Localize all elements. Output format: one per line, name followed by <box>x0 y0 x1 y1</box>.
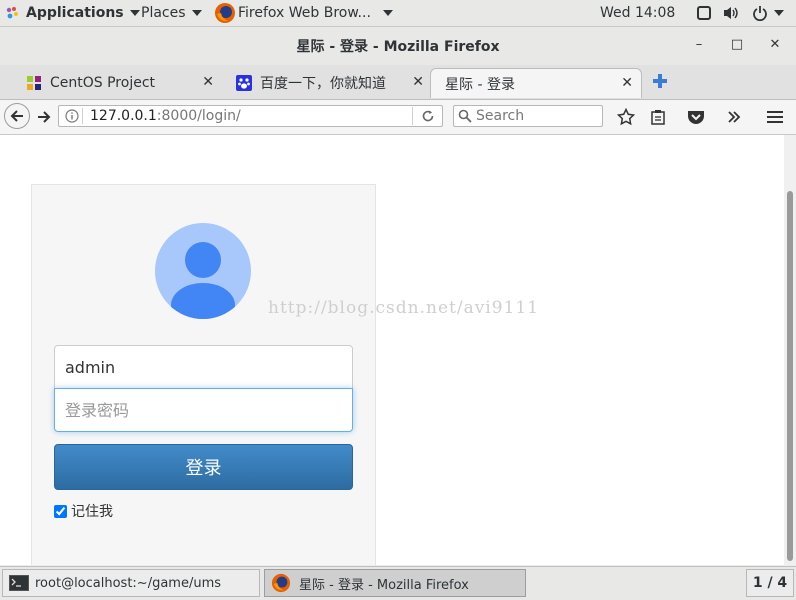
bookmark-button[interactable] <box>614 105 638 129</box>
tab-login[interactable]: 星际 - 登录 ✕ <box>430 68 642 98</box>
tab-strip: CentOS Project ✕ 百度一下，你就知道 ✕ 星际 - 登录 ✕ <box>0 65 796 100</box>
tab-label: 百度一下，你就知道 <box>260 76 386 92</box>
volume-icon[interactable] <box>722 0 740 26</box>
pocket-button[interactable] <box>684 105 708 129</box>
chevron-down-icon <box>382 10 393 16</box>
info-icon[interactable] <box>65 109 79 127</box>
url-host: 127.0.0.1 <box>90 108 157 124</box>
clock-label: Wed 14:08 <box>600 5 676 21</box>
url-path: :8000/login/ <box>156 108 241 124</box>
close-window-button[interactable]: ✕ <box>766 37 784 55</box>
chevron-down-icon <box>129 10 140 16</box>
watermark: http://blog.csdn.net/avi9111 <box>268 298 540 318</box>
baidu-paw-icon <box>236 75 252 91</box>
page-scrollbar[interactable] <box>784 135 796 565</box>
back-arrow-icon <box>10 110 23 122</box>
url-text[interactable]: 127.0.0.1:8000/login/ <box>90 108 241 124</box>
user-avatar-icon <box>155 223 251 319</box>
scrollbar-thumb[interactable] <box>787 191 793 561</box>
clock[interactable]: Wed 14:08 <box>600 0 675 26</box>
star-icon <box>617 108 635 126</box>
maximize-button[interactable]: □ <box>728 37 746 55</box>
pocket-icon <box>688 111 704 124</box>
tab-baidu[interactable]: 百度一下，你就知道 ✕ <box>222 68 432 98</box>
chevron-down-icon <box>774 10 784 16</box>
places-label: Places <box>141 5 186 21</box>
overflow-menu-button[interactable] <box>722 105 746 129</box>
applications-menu[interactable]: Applications <box>4 0 140 26</box>
reload-icon[interactable] <box>421 109 435 127</box>
active-app-label: Firefox Web Brow... <box>238 5 371 21</box>
centos-favicon-icon <box>26 75 42 91</box>
taskbar-terminal-label: root@localhost:~/game/ums <box>35 575 222 591</box>
password-input[interactable] <box>54 388 353 432</box>
search-box[interactable] <box>453 105 603 127</box>
clipboard-icon <box>651 110 665 125</box>
username-input[interactable] <box>54 345 353 389</box>
tab-centos[interactable]: CentOS Project ✕ <box>12 68 222 98</box>
new-tab-button[interactable] <box>652 73 668 93</box>
forward-arrow-icon <box>38 111 51 123</box>
forward-button[interactable] <box>34 105 54 129</box>
remember-me[interactable]: 记住我 <box>54 501 113 521</box>
active-app-menu[interactable]: Firefox Web Brow... <box>214 0 393 26</box>
power-icon <box>753 6 767 21</box>
reading-list-button[interactable] <box>646 105 670 129</box>
gnome-foot-icon <box>4 5 20 21</box>
tab-close-icon[interactable]: ✕ <box>202 74 214 90</box>
search-icon <box>458 109 472 127</box>
window-titlebar[interactable]: 星际 - 登录 - Mozilla Firefox – □ ✕ <box>0 27 796 65</box>
login-card: 登录 记住我 <box>31 184 376 565</box>
hamburger-icon <box>767 111 783 123</box>
power-menu[interactable] <box>752 0 784 26</box>
firefox-icon <box>214 2 236 24</box>
back-button[interactable] <box>4 103 30 129</box>
firefox-icon <box>271 573 291 593</box>
navigation-bar: 127.0.0.1:8000/login/ <box>0 100 796 135</box>
double-chevron-icon <box>728 111 741 123</box>
minimize-button[interactable]: – <box>690 37 708 55</box>
search-input[interactable] <box>476 108 596 124</box>
places-menu[interactable]: Places <box>141 0 202 26</box>
window-title: 星际 - 登录 - Mozilla Firefox <box>296 39 500 55</box>
taskbar-firefox-label: 星际 - 登录 - Mozilla Firefox <box>299 577 469 593</box>
tab-close-icon[interactable]: ✕ <box>621 75 633 91</box>
taskbar-firefox[interactable]: 星际 - 登录 - Mozilla Firefox <box>264 569 526 597</box>
chevron-down-icon <box>191 10 202 16</box>
window-list: root@localhost:~/game/ums 星际 - 登录 - Mozi… <box>0 566 796 600</box>
taskbar-terminal[interactable]: root@localhost:~/game/ums <box>2 569 260 597</box>
page-content: 登录 记住我 http://blog.csdn.net/avi9111 <box>0 135 784 565</box>
applications-label: Applications <box>26 5 124 21</box>
url-bar[interactable]: 127.0.0.1:8000/login/ <box>58 105 443 127</box>
tab-label: CentOS Project <box>50 75 156 91</box>
hamburger-menu-button[interactable] <box>762 105 788 129</box>
tab-label: 星际 - 登录 <box>445 76 515 93</box>
url-separator <box>82 108 83 124</box>
terminal-icon <box>9 575 29 591</box>
window-overview-icon[interactable] <box>696 0 712 26</box>
login-button[interactable]: 登录 <box>54 444 353 490</box>
top-bar: Applications Places Firefox Web Brow... … <box>0 0 796 27</box>
workspace-switcher[interactable]: 1 / 4 <box>746 569 794 597</box>
tab-close-icon[interactable]: ✕ <box>412 74 424 90</box>
remember-checkbox[interactable] <box>54 504 67 518</box>
url-separator <box>412 107 413 125</box>
remember-label: 记住我 <box>71 504 113 520</box>
plus-icon <box>653 74 667 88</box>
